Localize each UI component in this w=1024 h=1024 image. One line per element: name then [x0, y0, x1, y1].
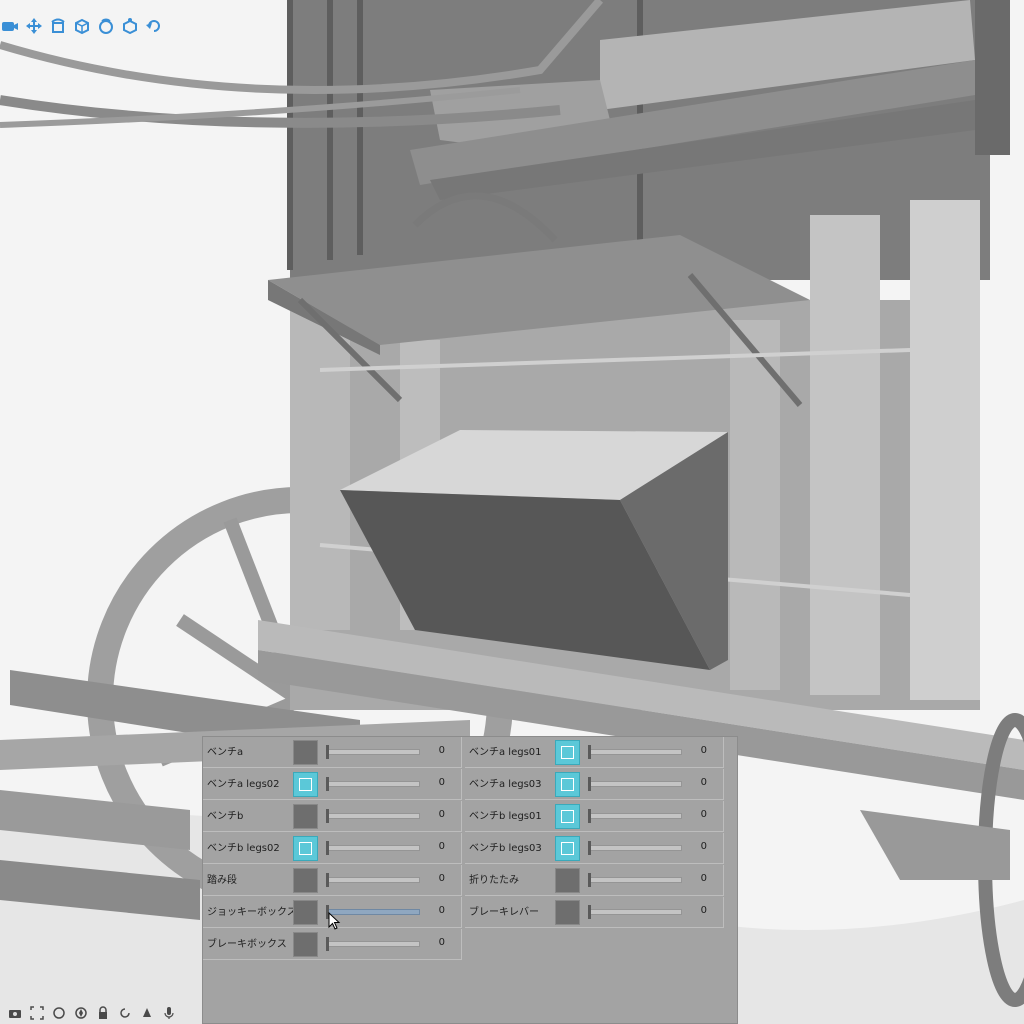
- morph-slider[interactable]: [588, 877, 682, 883]
- frame-icon[interactable]: [28, 1004, 46, 1022]
- morph-thumbnail: [293, 740, 318, 765]
- morph-slider[interactable]: [326, 749, 420, 755]
- morph-thumbnail: [293, 900, 318, 925]
- morph-row: ベンチb legs03 0: [465, 833, 724, 864]
- no-image-icon: [555, 772, 580, 797]
- no-image-icon: [555, 804, 580, 829]
- morph-thumbnail: [293, 804, 318, 829]
- morph-value: 0: [700, 777, 707, 788]
- morph-label: ベンチb legs01: [469, 811, 542, 822]
- morph-label: ベンチa legs03: [469, 779, 542, 790]
- morph-thumbnail: [293, 868, 318, 893]
- morph-value: 0: [700, 873, 707, 884]
- morph-slider-handle[interactable]: [588, 809, 591, 823]
- morph-slider[interactable]: [588, 749, 682, 755]
- morph-value: 0: [700, 841, 707, 852]
- rotate-object-icon[interactable]: [48, 16, 68, 36]
- morph-value: 0: [438, 777, 445, 788]
- morph-value: 0: [438, 937, 445, 948]
- camera-capture-icon[interactable]: [6, 1004, 24, 1022]
- morph-slider[interactable]: [326, 845, 420, 851]
- morph-value: 0: [700, 905, 707, 916]
- no-image-icon: [293, 772, 318, 797]
- morph-slider-handle[interactable]: [326, 873, 329, 887]
- morph-label: 踏み段: [207, 875, 237, 886]
- morph-slider-handle[interactable]: [326, 841, 329, 855]
- morph-row: ベンチa legs03 0: [465, 769, 724, 800]
- lock-icon[interactable]: [94, 1004, 112, 1022]
- mic-icon[interactable]: [160, 1004, 178, 1022]
- mouse-cursor-icon: [328, 912, 341, 930]
- morph-slider-handle[interactable]: [326, 745, 329, 759]
- morph-slider[interactable]: [326, 941, 420, 947]
- morph-slider[interactable]: [588, 781, 682, 787]
- morph-value: 0: [700, 745, 707, 756]
- light-icon[interactable]: [138, 1004, 156, 1022]
- morph-value: 0: [438, 905, 445, 916]
- morph-thumbnail: [555, 868, 580, 893]
- morph-label: ベンチa: [207, 747, 244, 758]
- morph-label: ブレーキボックス: [207, 939, 287, 950]
- morph-slider[interactable]: [326, 813, 420, 819]
- no-image-icon: [293, 836, 318, 861]
- morph-row: ベンチa 0: [203, 737, 462, 768]
- morph-row: ブレーキボックス 0: [203, 929, 462, 960]
- morph-slider[interactable]: [588, 845, 682, 851]
- morph-value: 0: [438, 809, 445, 820]
- camera-icon[interactable]: [0, 16, 20, 36]
- morph-label: ベンチa legs02: [207, 779, 280, 790]
- morph-row: 折りたたみ 0: [465, 865, 724, 896]
- refresh-icon[interactable]: [116, 1004, 134, 1022]
- morph-value: 0: [438, 841, 445, 852]
- morph-label: ベンチa legs01: [469, 747, 542, 758]
- morph-row: ベンチa legs02 0: [203, 769, 462, 800]
- bake-icon[interactable]: [96, 16, 116, 36]
- morph-slider-handle[interactable]: [588, 905, 591, 919]
- morph-row: ベンチb 0: [203, 801, 462, 832]
- morph-label: ブレーキレバー: [469, 907, 539, 918]
- morph-value: 0: [438, 745, 445, 756]
- morph-label: ベンチb legs02: [207, 843, 280, 854]
- morph-label: 折りたたみ: [469, 875, 519, 886]
- scale-object-icon[interactable]: [72, 16, 92, 36]
- morph-slider[interactable]: [326, 781, 420, 787]
- morph-slider-handle[interactable]: [588, 873, 591, 887]
- morph-slider-handle[interactable]: [326, 937, 329, 951]
- morph-row: ブレーキレバー 0: [465, 897, 724, 928]
- morph-slider-handle[interactable]: [588, 777, 591, 791]
- morph-row: ベンチb legs02 0: [203, 833, 462, 864]
- morph-row: 踏み段 0: [203, 865, 462, 896]
- camera-icon[interactable]: [50, 1004, 68, 1022]
- morph-label: ジョッキーボックス: [207, 907, 297, 918]
- undo-icon[interactable]: [144, 16, 164, 36]
- morph-row: ベンチa legs01 0: [465, 737, 724, 768]
- morph-label: ベンチb: [207, 811, 244, 822]
- viewport-toolbar: [0, 14, 164, 38]
- morph-thumbnail: [293, 932, 318, 957]
- morph-thumbnail: [555, 900, 580, 925]
- morph-label: ベンチb legs03: [469, 843, 542, 854]
- bottom-toolbar: [0, 1002, 206, 1024]
- morph-slider[interactable]: [326, 877, 420, 883]
- morph-slider-handle[interactable]: [588, 745, 591, 759]
- no-image-icon: [555, 836, 580, 861]
- morph-slider-handle[interactable]: [588, 841, 591, 855]
- morph-panel: ベンチa 0 ベンチa legs01 0 ベンチa legs02 0 ベンチa …: [202, 736, 738, 1024]
- no-image-icon: [555, 740, 580, 765]
- morph-slider-handle[interactable]: [326, 777, 329, 791]
- morph-row: ベンチb legs01 0: [465, 801, 724, 832]
- morph-slider-handle[interactable]: [326, 809, 329, 823]
- morph-value: 0: [438, 873, 445, 884]
- morph-value: 0: [700, 809, 707, 820]
- morph-slider[interactable]: [588, 909, 682, 915]
- move-icon[interactable]: [24, 16, 44, 36]
- compass-icon[interactable]: [72, 1004, 90, 1022]
- pose-icon[interactable]: [120, 16, 140, 36]
- morph-slider[interactable]: [588, 813, 682, 819]
